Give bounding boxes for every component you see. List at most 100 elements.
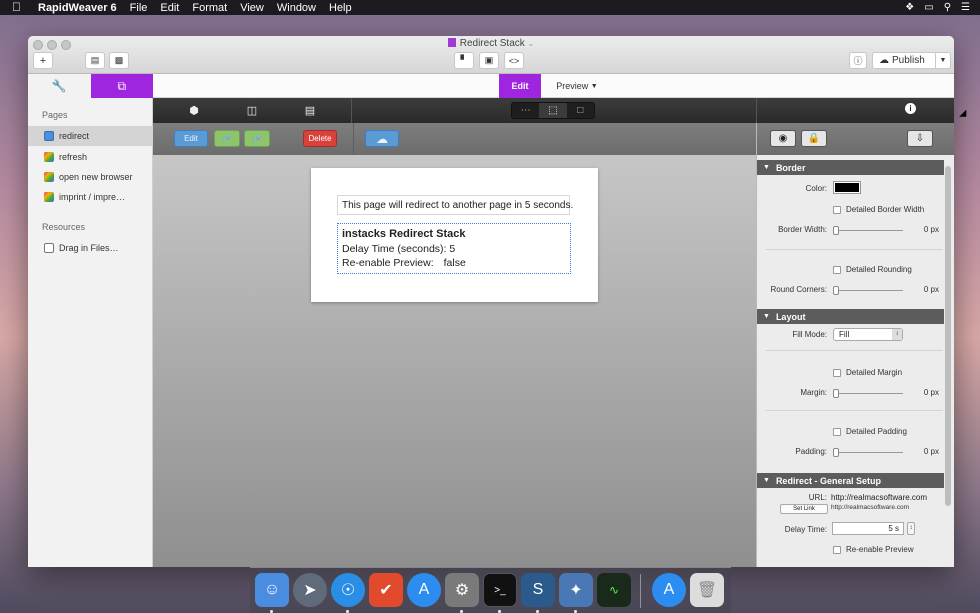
activity-monitor-icon[interactable]: ∿ [597,573,631,607]
margin-value: 0 px [923,388,939,397]
menu-view[interactable]: View [240,2,264,14]
sidebar-item-imprint[interactable]: imprint / impre… [28,187,153,207]
preview-mode-button[interactable]: Preview ▼ [545,74,609,98]
detailed-border-width-checkbox[interactable]: Detailed Border Width [833,205,924,214]
publish-menu-button[interactable]: ▼ [935,52,951,69]
frame-view-icon[interactable]: □ [567,103,594,118]
redirect-stack-box[interactable]: instacks Redirect Stack Delay Time (seco… [337,223,571,274]
border-width-slider[interactable] [833,226,903,235]
safari-icon[interactable]: ☉ [331,573,365,607]
airplay-icon[interactable]: ▭ [924,2,933,13]
system-preferences-icon[interactable]: ⚙ [445,573,479,607]
layout-icon[interactable]: ◫ [245,103,259,117]
spotlight-icon[interactable]: ⚲ [944,2,951,13]
border-color-well[interactable] [833,181,861,194]
border-section-header[interactable]: ▼ Border [757,160,944,175]
menu-file[interactable]: File [130,2,148,14]
add-page-button[interactable]: + [33,52,53,69]
round-corners-value: 0 px [923,285,939,294]
set-link-button[interactable]: Set Link [780,504,828,514]
delay-time-field[interactable]: 5 s [832,522,904,535]
pages-heading: Pages [42,110,68,120]
selection-view-icon[interactable]: ⬚ [539,103,567,118]
stacks-icon[interactable]: S [521,573,555,607]
inspector-scrollbar[interactable] [945,166,951,506]
plugin-icon[interactable]: ▩ [109,52,129,69]
detailed-padding-checkbox[interactable]: Detailed Padding [833,427,907,436]
sidebar-item-open-new-browser[interactable]: open new browser [28,167,153,187]
detailed-margin-checkbox[interactable]: Detailed Margin [833,368,902,377]
separator [765,249,943,250]
code-icon[interactable]: <> [504,52,524,69]
border-width-value: 0 px [923,225,939,234]
archive-icon[interactable]: ▤ [85,52,105,69]
export-icon[interactable]: ⇩ [907,130,933,147]
detailed-rounding-checkbox[interactable]: Detailed Rounding [833,265,912,274]
menu-help[interactable]: Help [329,2,352,14]
tab-tools[interactable]: 🔧 [28,74,91,98]
edit-stack-button[interactable]: Edit [174,130,208,147]
media-icon[interactable]: ▣ [479,52,499,69]
image-icon[interactable]: ▤ [303,103,317,117]
url-small: http://realmacsoftware.com [831,504,910,511]
delete-stack-button[interactable]: Delete [303,130,337,147]
redirect-message[interactable]: This page will redirect to another page … [337,195,573,215]
launchpad-icon[interactable]: ➤ [293,573,327,607]
dropbox-icon[interactable]: ❖ [905,2,914,13]
edit-mode-button[interactable]: Edit [499,74,541,98]
wrench-icon: 🔧 [51,79,67,93]
publish-button[interactable]: ☁ Publish [872,52,936,69]
edit-canvas: This page will redirect to another page … [153,155,756,567]
menu-format[interactable]: Format [192,2,227,14]
margin-slider[interactable] [833,389,903,398]
terminal-icon[interactable]: >_ [483,573,517,607]
window-title: Redirect Stack ⌄ [28,38,954,49]
url-label: URL: [808,493,827,502]
info-icon[interactable]: ⓘ [849,52,867,69]
resources-drag-in-files[interactable]: Drag in Files… [28,238,153,258]
downloads-stack-icon[interactable]: A [652,573,686,607]
menu-window[interactable]: Window [277,2,316,14]
lock-icon[interactable]: 🔒 [801,130,827,147]
notification-center-icon[interactable]: ☰ [961,2,970,13]
unlink-icon[interactable]: 🔗 [244,130,270,147]
redirect-section-header[interactable]: ▼ Redirect - General Setup [757,473,944,488]
app-menu[interactable]: RapidWeaver 6 [38,2,117,14]
tab-pages[interactable]: ⧉ [90,74,153,98]
link-icon[interactable]: 🔗 [214,130,240,147]
round-corners-slider[interactable] [833,286,903,295]
rapidweaver-icon[interactable]: ✦ [559,573,593,607]
finder-icon[interactable]: ☺ [255,573,289,607]
menu-edit[interactable]: Edit [160,2,179,14]
app-store-icon[interactable]: A [407,573,441,607]
padding-slider[interactable] [833,448,903,457]
layout-section-header[interactable]: ▼ Layout [757,309,944,324]
padding-value: 0 px [923,447,939,456]
box-icon[interactable]: ⬢ [187,103,201,117]
reenable-line: Re-enable Preview: false [342,257,466,269]
fill-mode-select[interactable]: Fill ↕ [833,328,903,341]
page-preview: This page will redirect to another page … [311,168,598,302]
margin-label: Margin: [800,388,827,397]
reenable-preview-checkbox[interactable]: Re-enable Preview [833,545,914,554]
outline-view-icon[interactable]: ⋯ [512,103,539,118]
inspector-panel: ◉ 🔒 ⇩ ▼ Border Color: Detailed Border Wid… [756,123,954,567]
separator [765,410,943,411]
trash-icon[interactable]: 🗑 [690,573,724,607]
delay-stepper[interactable]: ↕ [907,522,915,535]
sidebar-item-refresh[interactable]: refresh [28,147,153,167]
color-label: Color: [805,184,827,193]
disclosure-triangle-icon: ▼ [763,477,770,484]
wunderlist-icon[interactable]: ✔ [369,573,403,607]
sidebar-item-redirect[interactable]: redirect [28,126,153,146]
disclosure-triangle-icon: ▼ [763,313,770,320]
divider [353,123,354,155]
eye-icon[interactable]: ◉ [770,130,796,147]
apple-menu-icon[interactable]:  [12,1,26,13]
info-icon[interactable]: i [905,103,916,114]
theme-icon[interactable]: ▘ [454,52,474,69]
document-icon [447,38,456,47]
cloud-icon[interactable]: ☁ [365,130,399,147]
chevron-down-icon: ▼ [590,82,598,90]
title-chevron-icon[interactable]: ⌄ [528,39,535,48]
